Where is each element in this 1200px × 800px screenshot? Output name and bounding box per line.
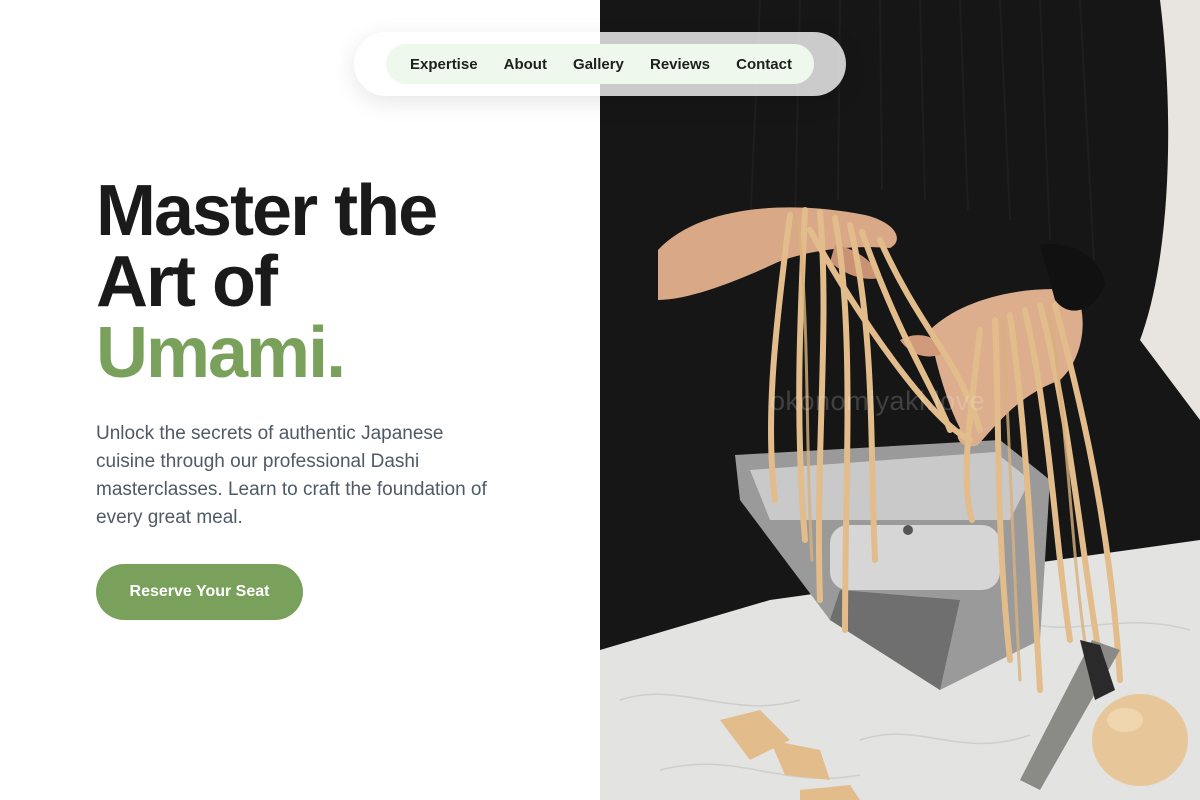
nav-link-gallery[interactable]: Gallery xyxy=(573,56,624,73)
hero-subtitle: Unlock the secrets of authentic Japanese… xyxy=(96,423,487,528)
top-navigation: Expertise About Gallery Reviews Contact xyxy=(354,32,846,96)
nav-link-about[interactable]: About xyxy=(504,56,547,73)
hero-title-line-2: Art of xyxy=(96,242,278,322)
photo-watermark: okonomiyaki.love xyxy=(770,386,986,416)
nav-link-contact[interactable]: Contact xyxy=(736,56,792,73)
nav-menu: Expertise About Gallery Reviews Contact xyxy=(386,44,814,84)
hero-title-accent: Umami. xyxy=(96,313,346,393)
nav-link-reviews[interactable]: Reviews xyxy=(650,56,710,73)
hero-title: Master the Art of Umami. xyxy=(96,175,438,389)
reserve-seat-button[interactable]: Reserve Your Seat xyxy=(96,564,303,620)
hero-title-line-1: Master the xyxy=(96,171,438,251)
nav-link-expertise[interactable]: Expertise xyxy=(410,56,478,73)
